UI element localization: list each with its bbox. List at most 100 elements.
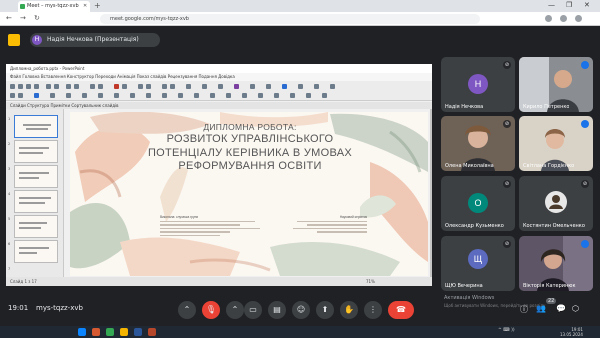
profile-icon[interactable] [560, 15, 567, 22]
meeting-controls: 19:01 mys-tqzz-xvb ⌃ 🎙 ⌃ ▭ ▤ ☺ ⬆ ✋ ⋮ ☎ ⓘ… [0, 296, 600, 326]
meet-logo-icon [8, 34, 20, 46]
leave-call-button[interactable]: ☎ [388, 301, 414, 319]
tool-icon [178, 93, 183, 98]
taskbar-app-icon[interactable] [92, 328, 100, 336]
meeting-time: 19:01 [8, 304, 29, 312]
tool-icon [114, 84, 119, 89]
slide-scrollbar[interactable] [430, 109, 432, 277]
emoji-button[interactable]: ☺ [292, 301, 310, 319]
people-icon[interactable]: 👥 [536, 304, 546, 313]
tab-close-icon[interactable]: ✕ [83, 3, 87, 9]
info-icon[interactable]: ⓘ [520, 304, 528, 315]
mic-off-icon: ⊘ [503, 240, 511, 248]
ppt-title-bar: Дипломна_робота.pptx - PowerPoint [6, 64, 432, 73]
participant-tile[interactable]: Н ⊘ Надія Нечкова [441, 57, 515, 112]
new-tab-icon[interactable]: + [94, 1, 101, 10]
tool-icon [298, 84, 303, 89]
tool-icon [322, 93, 327, 98]
mic-off-icon: ⊘ [581, 180, 589, 188]
reload-icon[interactable]: ↻ [34, 14, 40, 22]
tool-icon [114, 93, 119, 98]
camera-options-icon[interactable]: ⌃ [226, 301, 244, 319]
slide-thumbnail[interactable] [14, 190, 58, 213]
slide-thumbnail[interactable] [14, 165, 58, 188]
participant-tile[interactable]: Кирило Петренко [519, 57, 593, 112]
tool-icon [274, 93, 279, 98]
tool-icon [54, 84, 59, 89]
slide-thumbnail[interactable] [14, 240, 58, 263]
slide-thumbnail[interactable] [14, 115, 58, 138]
tool-icon [186, 84, 191, 89]
tool-icon [250, 84, 255, 89]
tool-icon [162, 84, 167, 89]
tool-icon [314, 84, 319, 89]
tool-icon [34, 93, 39, 98]
extensions-icon[interactable] [545, 15, 552, 22]
tool-icon [170, 84, 175, 89]
tool-icon [98, 84, 103, 89]
tool-icon [26, 84, 31, 89]
tool-icon [194, 93, 199, 98]
camera-toggle-button[interactable]: ▭ [244, 301, 262, 319]
avatar: Н [468, 74, 488, 94]
tool-icon [130, 93, 135, 98]
more-options-button[interactable]: ⋮ [364, 301, 382, 319]
browser-tab[interactable]: Meet – mys-tqzz-xvb [18, 1, 90, 12]
avatar: О [468, 193, 488, 213]
participant-tile[interactable]: Вікторія Катеринюк [519, 236, 593, 291]
mic-off-icon: ⊘ [503, 180, 511, 188]
current-slide: ДИПЛОМНА РОБОТА: РОЗВИТОК УПРАВЛІНСЬКОГО… [70, 112, 428, 276]
tool-icon [226, 93, 231, 98]
participant-count: 22 [546, 298, 557, 304]
tool-icon [82, 93, 87, 98]
participant-tile[interactable]: Щ ⊘ ЩЮ Вечерина [441, 236, 515, 291]
mic-toggle-button[interactable]: 🎙 [202, 301, 220, 319]
close-window-icon[interactable]: ✕ [584, 1, 590, 9]
slide-thumbnail[interactable] [14, 215, 58, 238]
start-icon[interactable] [78, 328, 86, 336]
participant-tile[interactable]: О ⊘ Олександр Кузьменко [441, 176, 515, 231]
participant-tile[interactable]: ⊘ Костянтин Омельченко [519, 176, 593, 231]
minimize-icon[interactable]: — [548, 1, 555, 9]
raise-hand-button[interactable]: ✋ [340, 301, 358, 319]
powerpoint-icon[interactable] [148, 328, 156, 336]
presenter-avatar: Н [32, 35, 42, 45]
tool-icon [218, 84, 223, 89]
slide-thumbnail[interactable] [14, 140, 58, 163]
tool-icon [10, 84, 15, 89]
browser-tab-bar: Meet – mys-tqzz-xvb ✕ + — ❐ ✕ [0, 0, 600, 12]
presenter-chip[interactable]: Н Надія Нечкова (Презентація) [30, 33, 160, 47]
mic-off-icon: ⊘ [503, 61, 511, 69]
explorer-icon[interactable] [120, 328, 128, 336]
tool-icon [122, 84, 127, 89]
captions-button[interactable]: ▤ [268, 301, 286, 319]
meeting-code: mys-tqzz-xvb [36, 304, 83, 312]
shared-screen: Дипломна_робота.pptx - PowerPoint Файл Г… [6, 64, 432, 286]
url-input[interactable]: meet.google.com/mys-tqzz-xvb [100, 14, 480, 24]
tool-icon [138, 84, 143, 89]
menu-icon[interactable] [575, 15, 582, 22]
mic-options-icon[interactable]: ⌃ [178, 301, 196, 319]
maximize-icon[interactable]: ❐ [566, 1, 572, 9]
chrome-icon[interactable] [106, 328, 114, 336]
back-icon[interactable]: ← [6, 14, 12, 22]
chat-icon[interactable]: 💬 [556, 304, 566, 313]
activities-icon[interactable]: ⬡ [572, 304, 579, 313]
presenter-label: Надія Нечкова (Презентація) [47, 36, 139, 43]
tool-icon [18, 84, 23, 89]
tool-icon [210, 93, 215, 98]
tool-icon [258, 93, 263, 98]
tool-icon [162, 93, 167, 98]
ppt-status-bar: Слайд 1 з 17 71% [6, 277, 432, 286]
tray-clock[interactable]: 19:01 13.05.2024 [560, 327, 583, 337]
tool-icon [98, 93, 103, 98]
tool-icon [46, 84, 51, 89]
forward-icon[interactable]: → [20, 14, 26, 22]
participant-tile[interactable]: ⊘ Олена Миколаївна [441, 116, 515, 171]
slide-title: ДИПЛОМНА РОБОТА: РОЗВИТОК УПРАВЛІНСЬКОГО… [147, 122, 353, 172]
word-icon[interactable] [134, 328, 142, 336]
tool-icon [306, 93, 311, 98]
tool-icon [10, 93, 15, 98]
present-button[interactable]: ⬆ [316, 301, 334, 319]
participant-tile[interactable]: Світлана Гордієнко [519, 116, 593, 171]
